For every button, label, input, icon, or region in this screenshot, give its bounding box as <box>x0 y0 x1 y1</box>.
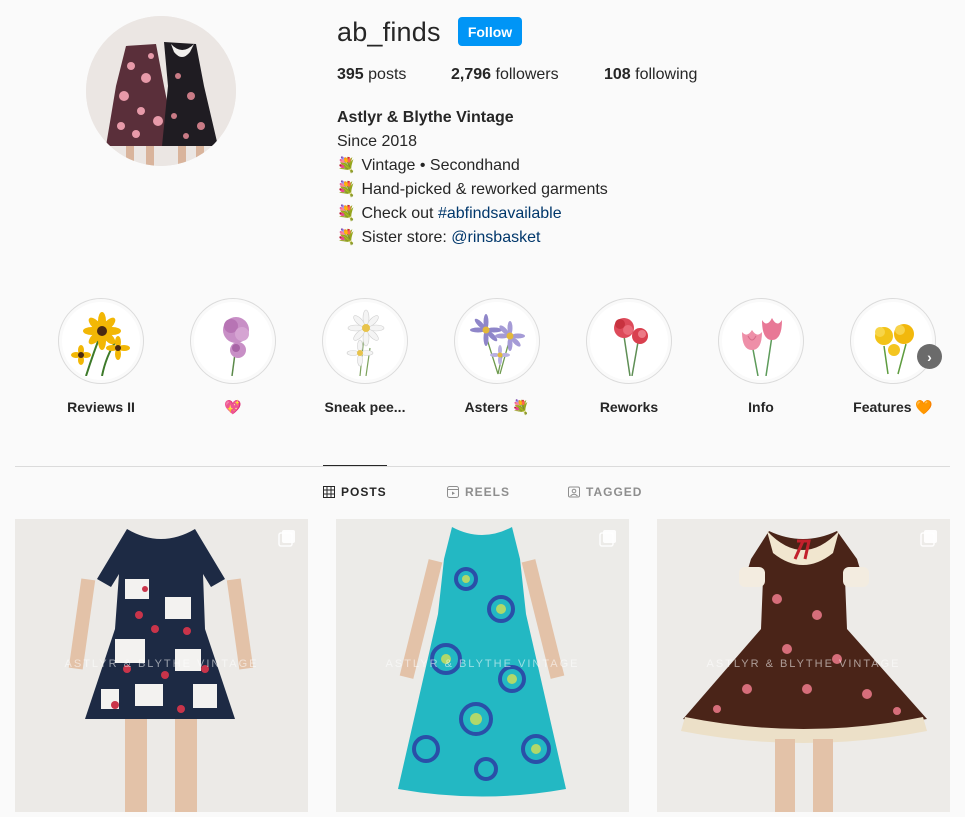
tab-label: TAGGED <box>586 485 643 499</box>
highlight-sneak-peek[interactable]: Sneak pee... <box>310 298 420 415</box>
bottom-edge <box>0 812 965 817</box>
follow-button[interactable]: Follow <box>458 17 522 46</box>
bio-name: Astlyr & Blythe Vintage <box>337 109 514 126</box>
post-watermark: ASTLYR & BLYTHE VINTAGE <box>706 658 901 670</box>
bouquet-emoji: 💐 <box>337 205 356 222</box>
tulip-icon <box>718 298 804 384</box>
tab-label: REELS <box>465 485 511 499</box>
carousel-icon <box>278 530 295 547</box>
tab-reels[interactable]: REELS <box>447 485 510 499</box>
post-thumbnail[interactable]: ASTLYR & BLYTHE VINTAGE <box>657 519 950 812</box>
bio-text: Sister store: <box>361 229 452 246</box>
tab-label: POSTS <box>341 485 387 499</box>
highlight-heart[interactable]: 💖 <box>178 298 288 416</box>
following-stat[interactable]: 108 following <box>604 66 697 84</box>
aster-icon <box>454 298 540 384</box>
highlight-label: Sneak pee... <box>324 399 406 415</box>
highlight-label: Asters 💐 <box>464 399 530 415</box>
carousel-icon <box>920 530 937 547</box>
peony-icon <box>190 298 276 384</box>
followers-count: 2,796 <box>451 66 492 83</box>
bouquet-emoji: 💐 <box>337 181 356 198</box>
followers-label: followers <box>495 66 559 83</box>
highlight-reworks[interactable]: Reworks <box>574 298 684 415</box>
tab-posts[interactable]: POSTS <box>323 485 387 499</box>
following-label: following <box>635 66 698 83</box>
posts-label: posts <box>368 66 407 83</box>
highlight-label: Features 🧡 <box>853 399 933 415</box>
reels-icon <box>447 486 459 498</box>
post-watermark: ASTLYR & BLYTHE VINTAGE <box>64 658 259 670</box>
highlights-next-button[interactable]: › <box>917 344 942 369</box>
bio-line: 💐 Hand-picked & reworked garments <box>337 178 608 202</box>
profile-avatar[interactable] <box>86 16 236 166</box>
tagged-icon <box>568 486 580 498</box>
bio-text: Hand-picked & reworked garments <box>361 181 608 198</box>
bio-line: Since 2018 <box>337 133 418 150</box>
posts-stat: 395 posts <box>337 66 406 84</box>
bio-text: Vintage • Secondhand <box>361 157 520 174</box>
bio-line: 💐 Vintage • Secondhand <box>337 154 608 178</box>
active-tab-indicator <box>323 465 387 466</box>
grid-icon <box>323 486 335 498</box>
highlight-label: Info <box>748 399 774 415</box>
mention-link[interactable]: @rinsbasket <box>451 229 540 246</box>
profile-username: ab_finds <box>337 17 441 47</box>
yellow-flower-icon <box>850 298 936 384</box>
tab-tagged[interactable]: TAGGED <box>568 485 642 499</box>
followers-stat[interactable]: 2,796 followers <box>451 66 559 84</box>
profile-bio: Astlyr & Blythe Vintage Since 2018 💐 Vin… <box>337 106 608 250</box>
post-watermark: ASTLYR & BLYTHE VINTAGE <box>385 658 580 670</box>
post-thumbnail[interactable]: ASTLYR & BLYTHE VINTAGE <box>15 519 308 812</box>
highlight-label: Reviews II <box>67 399 135 415</box>
highlight-reviews[interactable]: Reviews II <box>46 298 156 415</box>
post-thumbnail[interactable]: ASTLYR & BLYTHE VINTAGE <box>336 519 629 812</box>
bouquet-emoji: 💐 <box>337 229 356 246</box>
sunflower-icon <box>58 298 144 384</box>
bio-line: 💐 Sister store: @rinsbasket <box>337 226 608 250</box>
tabs-divider <box>15 466 950 467</box>
posts-count: 395 <box>337 66 364 83</box>
bio-text: Check out <box>361 205 438 222</box>
highlight-label: Reworks <box>599 399 659 415</box>
highlight-info[interactable]: Info <box>706 298 816 415</box>
carnation-icon <box>586 298 672 384</box>
following-count: 108 <box>604 66 631 83</box>
chevron-right-icon: › <box>927 348 932 365</box>
hashtag-link[interactable]: #abfindsavailable <box>438 205 562 222</box>
carousel-icon <box>599 530 616 547</box>
daisy-icon <box>322 298 408 384</box>
bouquet-emoji: 💐 <box>337 157 356 174</box>
highlight-label: 💖 <box>224 399 242 415</box>
highlight-asters[interactable]: Asters 💐 <box>442 298 552 416</box>
bio-line: 💐 Check out #abfindsavailable <box>337 202 608 226</box>
